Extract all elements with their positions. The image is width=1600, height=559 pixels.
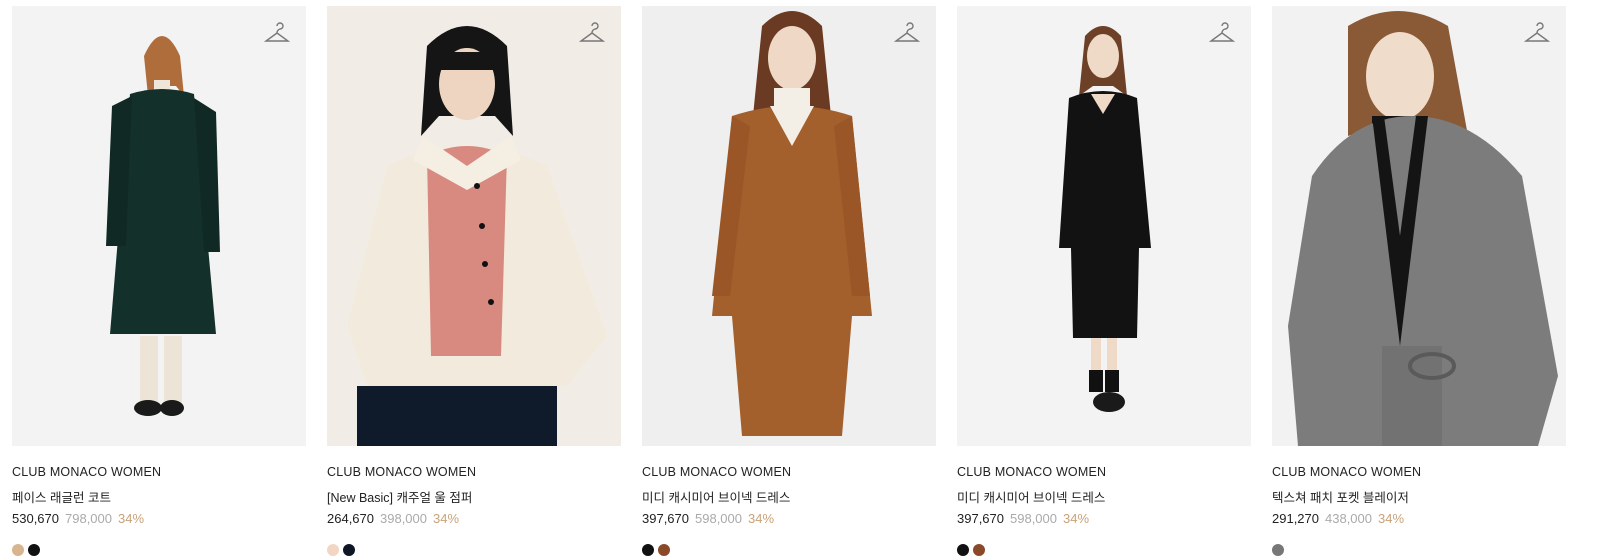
model-photo <box>712 11 872 436</box>
product-card[interactable]: CLUB MONACO WOMEN 미디 캐시미어 브이넥 드레스 397,67… <box>957 6 1251 559</box>
product-grid: CLUB MONACO WOMEN 페이스 래글런 코트 530,670 798,… <box>0 0 1600 559</box>
brand-name: CLUB MONACO WOMEN <box>327 465 477 479</box>
product-name[interactable]: 미디 캐시미어 브이넥 드레스 <box>957 487 1105 506</box>
sale-price: 530,670 <box>12 511 59 526</box>
color-swatch[interactable] <box>658 544 670 556</box>
price-row: 530,670 798,000 34% <box>12 511 144 526</box>
color-swatch[interactable] <box>1272 544 1284 556</box>
brand-name: CLUB MONACO WOMEN <box>642 465 792 479</box>
product-name[interactable]: 텍스쳐 패치 포켓 블레이저 <box>1272 487 1409 506</box>
color-swatches <box>327 544 355 556</box>
original-price: 598,000 <box>695 511 742 526</box>
color-swatches <box>1272 544 1284 556</box>
model-photo <box>1288 11 1558 446</box>
hanger-icon[interactable] <box>1209 22 1235 46</box>
product-card[interactable]: CLUB MONACO WOMEN 텍스쳐 패치 포켓 블레이저 291,270… <box>1272 6 1566 559</box>
sale-price: 397,670 <box>642 511 689 526</box>
sale-price: 291,270 <box>1272 511 1319 526</box>
original-price: 438,000 <box>1325 511 1372 526</box>
hanger-icon[interactable] <box>264 22 290 46</box>
discount-rate: 34% <box>1063 511 1090 526</box>
price-row: 264,670 398,000 34% <box>327 511 459 526</box>
model-photo <box>347 26 607 446</box>
original-price: 398,000 <box>380 511 427 526</box>
product-image[interactable] <box>12 6 306 446</box>
product-name[interactable]: 미디 캐시미어 브이넥 드레스 <box>642 487 790 506</box>
price-row: 397,670 598,000 34% <box>957 511 1089 526</box>
product-image[interactable] <box>957 6 1251 446</box>
discount-rate: 34% <box>118 511 145 526</box>
hanger-icon[interactable] <box>1524 22 1550 46</box>
product-card[interactable]: CLUB MONACO WOMEN 페이스 래글런 코트 530,670 798,… <box>12 6 306 559</box>
sale-price: 264,670 <box>327 511 374 526</box>
discount-rate: 34% <box>748 511 775 526</box>
product-card[interactable]: CLUB MONACO WOMEN [New Basic] 캐주얼 울 점퍼 2… <box>327 6 621 559</box>
color-swatch[interactable] <box>327 544 339 556</box>
hanger-icon[interactable] <box>579 22 605 46</box>
color-swatches <box>12 544 40 556</box>
discount-rate: 34% <box>433 511 460 526</box>
product-name[interactable]: 페이스 래글런 코트 <box>12 487 111 506</box>
price-row: 397,670 598,000 34% <box>642 511 774 526</box>
product-image[interactable] <box>1272 6 1566 446</box>
color-swatch[interactable] <box>343 544 355 556</box>
product-image[interactable] <box>642 6 936 446</box>
brand-name: CLUB MONACO WOMEN <box>1272 465 1422 479</box>
color-swatches <box>957 544 985 556</box>
product-card[interactable]: CLUB MONACO WOMEN 미디 캐시미어 브이넥 드레스 397,67… <box>642 6 936 559</box>
brand-name: CLUB MONACO WOMEN <box>957 465 1107 479</box>
sale-price: 397,670 <box>957 511 1004 526</box>
color-swatch[interactable] <box>973 544 985 556</box>
product-image[interactable] <box>327 6 621 446</box>
price-row: 291,270 438,000 34% <box>1272 511 1404 526</box>
discount-rate: 34% <box>1378 511 1405 526</box>
product-name[interactable]: [New Basic] 캐주얼 울 점퍼 <box>327 487 472 506</box>
brand-name: CLUB MONACO WOMEN <box>12 465 162 479</box>
color-swatch[interactable] <box>642 544 654 556</box>
original-price: 598,000 <box>1010 511 1057 526</box>
model-photo <box>106 36 220 416</box>
color-swatch[interactable] <box>957 544 969 556</box>
model-photo <box>1059 26 1151 412</box>
color-swatch[interactable] <box>12 544 24 556</box>
color-swatches <box>642 544 670 556</box>
color-swatch[interactable] <box>28 544 40 556</box>
hanger-icon[interactable] <box>894 22 920 46</box>
original-price: 798,000 <box>65 511 112 526</box>
